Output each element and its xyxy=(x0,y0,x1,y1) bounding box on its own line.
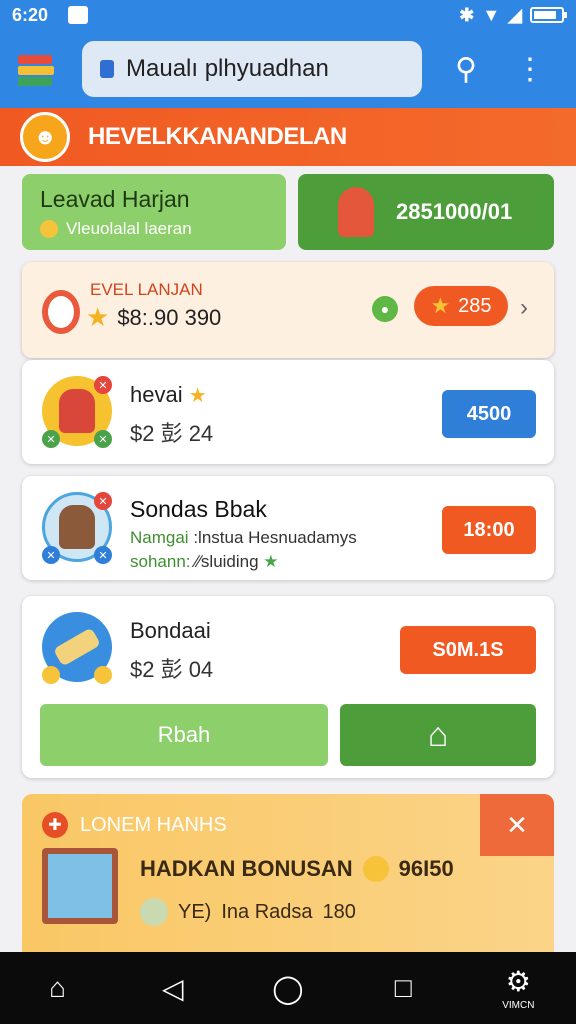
item-line1-value: :lnstua Hesnuadamys xyxy=(193,528,357,547)
item-subtitle: $2 彭 24 xyxy=(130,421,214,446)
level-title: EVEL LANJAN xyxy=(90,280,203,299)
leaf-icon xyxy=(140,898,168,926)
level-badge-icon xyxy=(42,290,80,334)
battery-icon xyxy=(530,7,567,23)
signal-icon: ◢ xyxy=(508,4,522,25)
summary-title: Leavad Harjan xyxy=(40,186,190,212)
scan-icon[interactable]: ⋮ xyxy=(510,49,550,89)
banner-title: HEVELKKANANDELAN xyxy=(88,123,347,150)
level-card[interactable]: EVEL LANJAN ★ $8:.90 390 ● ★ 285 › xyxy=(22,262,554,358)
badge-icon: ✕ xyxy=(42,546,60,564)
item-title: Bondaai xyxy=(130,618,211,643)
action-button[interactable]: Rbah xyxy=(40,704,328,766)
star-count-pill[interactable]: ★ 285 xyxy=(414,286,508,326)
promo-sub-left: YE) xyxy=(178,900,212,923)
system-nav-bar: ⌂ ◁ ◯ □ ⚙ VIMCN xyxy=(0,952,576,1024)
home-action-button[interactable]: ⌂ xyxy=(340,704,536,766)
chevron-right-icon[interactable]: › xyxy=(520,294,528,322)
item-line2-value: ∕∕sluiding xyxy=(195,552,259,571)
promo-sub-text: Ina Radsa xyxy=(221,900,313,923)
lock-icon xyxy=(100,60,114,78)
badge-icon: ✕ xyxy=(94,492,112,510)
item-title: Sondas Bbak xyxy=(130,496,267,522)
promo-headline: HADKAN BONUSAN xyxy=(140,856,353,881)
balance-value: 2851000/01 xyxy=(396,199,513,224)
gear-icon: ⚙ xyxy=(505,966,531,997)
chat-icon[interactable]: ● xyxy=(372,296,398,322)
back-icon[interactable]: ◁ xyxy=(143,958,203,1018)
promo-card[interactable]: ✕ ✚ LONEM HANHS HADKAN BONUSAN 96I50 YE) In… xyxy=(22,794,554,952)
coin-icon xyxy=(362,856,389,882)
books-icon[interactable] xyxy=(14,49,58,89)
search-bar[interactable] xyxy=(82,41,422,97)
character-icon xyxy=(338,187,374,237)
price-button[interactable]: S0M.1S xyxy=(400,626,536,674)
portrait-image xyxy=(42,848,118,924)
mascot-icon: ☻ xyxy=(20,112,70,162)
level-amount: $8:.90 390 xyxy=(117,304,222,330)
status-time: 6:20 xyxy=(12,4,49,25)
coin-icon xyxy=(42,666,60,684)
banner: ☻ HEVELKKANANDELAN xyxy=(0,108,576,166)
summary-subtitle: Vleuolalal laeran xyxy=(66,219,192,238)
recents-icon[interactable]: □ xyxy=(373,958,433,1018)
list-item[interactable]: Bondaai $2 彭 04 S0M.1S Rbah ⌂ xyxy=(22,596,554,778)
item-line2-label: sohann: xyxy=(130,552,191,571)
home-icon: ⌂ xyxy=(427,715,449,754)
star-count: 285 xyxy=(458,294,492,317)
settings-caption: VIMCN xyxy=(502,1000,535,1011)
main-content: Leavad Harjan Vleuolalal laeran 2851000/… xyxy=(0,166,576,952)
star-icon: ★ xyxy=(188,385,207,407)
status-bar: 6:20 ✱ ▼ ◢ xyxy=(0,0,576,30)
circle-home-icon[interactable]: ◯ xyxy=(258,958,318,1018)
price-button[interactable]: 4500 xyxy=(442,390,536,438)
wifi-icon: ▼ xyxy=(482,4,501,25)
list-item[interactable]: ✕ ✕ ✕ hevai ★ $2 彭 24 4500 xyxy=(22,360,554,464)
promo-icon: ✚ xyxy=(42,812,68,838)
star-icon: ★ xyxy=(430,293,451,318)
app-bar: ⚲ ⋮ xyxy=(0,30,576,136)
promo-sub-value: 180 xyxy=(322,900,356,923)
settings-nav-item[interactable]: ⚙ VIMCN xyxy=(488,958,548,1018)
item-line1-label: Namgai xyxy=(130,528,189,547)
coin-icon xyxy=(94,666,112,684)
level-summary-card[interactable]: Leavad Harjan Vleuolalal laeran xyxy=(22,174,286,250)
list-item[interactable]: ✕ ✕ ✕ Sondas Bbak Namgai :lnstua Hesnuad… xyxy=(22,476,554,580)
home-icon[interactable]: ⌂ xyxy=(28,958,88,1018)
item-subtitle: $2 彭 04 xyxy=(130,657,214,682)
star-icon: ★ xyxy=(86,302,110,332)
badge-icon: ✕ xyxy=(94,546,112,564)
bluetooth-icon: ✱ xyxy=(459,4,475,25)
badge-icon: ✕ xyxy=(42,430,60,448)
item-title: hevai xyxy=(130,382,183,407)
balance-card[interactable]: 2851000/01 xyxy=(298,174,554,250)
badge-icon: ✕ xyxy=(94,376,112,394)
star-icon: ★ xyxy=(263,552,279,571)
promo-headline-value: 96I50 xyxy=(398,856,454,881)
notification-icon xyxy=(68,6,89,24)
close-icon[interactable]: ✕ xyxy=(480,794,554,856)
promo-title: LONEM HANHS xyxy=(80,813,227,836)
search-icon[interactable]: ⚲ xyxy=(446,49,486,89)
badge-icon: ✕ xyxy=(94,430,112,448)
search-input[interactable] xyxy=(126,55,396,83)
price-button[interactable]: 18:00 xyxy=(442,506,536,554)
coin-icon xyxy=(40,220,58,238)
